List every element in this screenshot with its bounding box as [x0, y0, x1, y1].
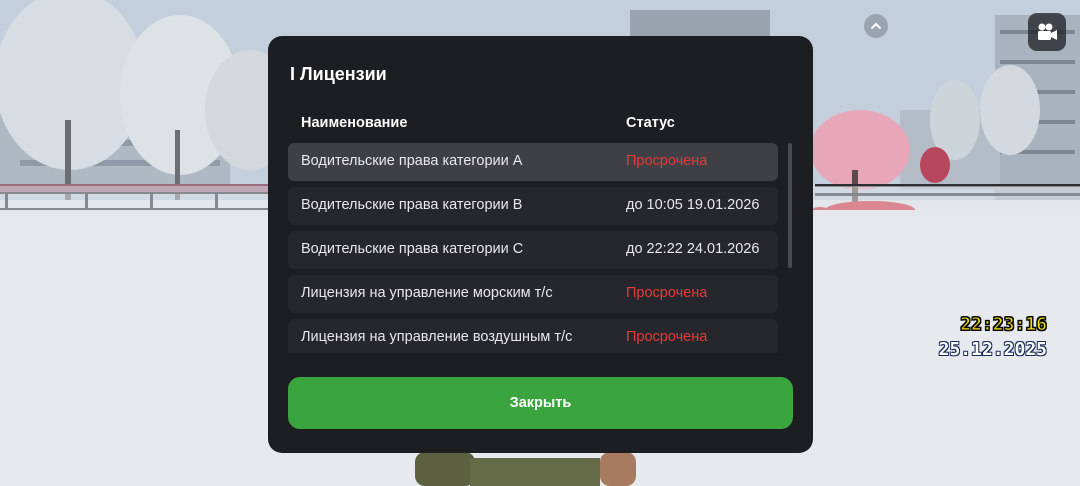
license-status: Просрочена	[626, 153, 708, 169]
license-row[interactable]: Лицензия на управление воздушным т/с Про…	[288, 319, 778, 353]
license-name: Водительские права категории B	[301, 197, 523, 213]
license-row[interactable]: Лицензия на управление морским т/с Проср…	[288, 275, 778, 313]
dialog-title: I Лицензии	[290, 64, 387, 84]
collapse-button[interactable]	[864, 14, 888, 38]
licenses-list[interactable]: Водительские права категории A Просрочен…	[288, 143, 778, 353]
license-name: Водительские права категории C	[301, 241, 524, 257]
hud-clock-date: 25.12.2025	[938, 339, 1047, 360]
license-row[interactable]: Водительские права категории C до 22:22 …	[288, 231, 778, 269]
licenses-dialog: I Лицензии Наименование Статус Водительс…	[268, 36, 813, 453]
close-button[interactable]: Закрыть	[288, 377, 793, 429]
license-status: Просрочена	[626, 285, 708, 301]
license-row[interactable]: Водительские права категории B до 10:05 …	[288, 187, 778, 225]
license-status: до 22:22 24.01.2026	[626, 241, 760, 257]
camera-icon	[1038, 23, 1057, 40]
column-header-name: Наименование	[301, 115, 408, 131]
hud-clock-time: 22:23:16	[960, 314, 1048, 336]
license-row[interactable]: Водительские права категории A Просрочен…	[288, 143, 778, 181]
license-status: Просрочена	[626, 329, 708, 345]
license-name: Лицензия на управление морским т/с	[301, 285, 553, 301]
chevron-up-icon	[871, 22, 881, 29]
license-name: Лицензия на управление воздушным т/с	[301, 329, 573, 345]
license-status: до 10:05 19.01.2026	[626, 197, 760, 213]
column-header-status: Статус	[626, 115, 675, 131]
camera-button[interactable]	[1028, 13, 1066, 51]
license-name: Водительские права категории A	[301, 153, 523, 169]
list-scrollbar[interactable]	[788, 143, 792, 268]
